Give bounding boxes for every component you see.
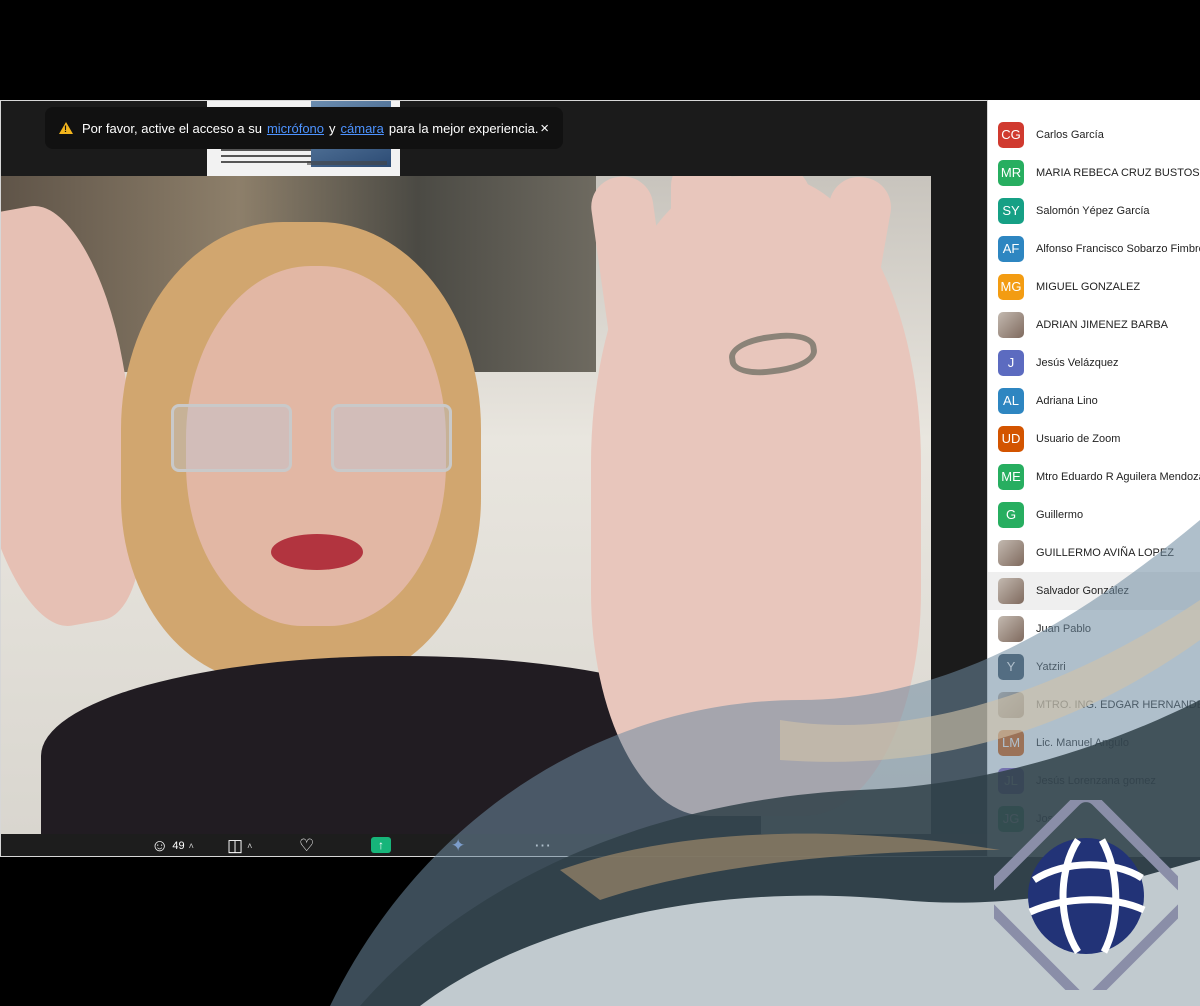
speaker-video (1, 176, 931, 834)
participant-row[interactable]: AL Adriana Lino (988, 382, 1200, 420)
participants-panel: CG Carlos García MR MARIA REBECA CRUZ BUSTO… (988, 100, 1200, 857)
participant-row[interactable]: CG Carlos García (988, 116, 1200, 154)
warning-icon: ! (59, 122, 73, 134)
share-screen-icon: ↑ (371, 837, 391, 853)
participant-row[interactable]: Y Yatziri (988, 648, 1200, 686)
avatar: G (998, 502, 1024, 528)
avatar (998, 578, 1024, 604)
participant-row[interactable]: AF Alfonso Francisco Sobarzo Fimbres (988, 230, 1200, 268)
avatar (998, 312, 1024, 338)
camera-link[interactable]: cámara (341, 121, 384, 136)
participant-row[interactable]: G Guillermo (988, 496, 1200, 534)
participant-name: Jesús Velázquez (1036, 357, 1119, 369)
participant-name: Salomón Yépez García (1036, 205, 1150, 217)
participant-name: Lic. Manuel Angulo (1036, 737, 1129, 749)
top-black-band (0, 0, 1200, 100)
avatar: UD (998, 426, 1024, 452)
chevron-up-icon[interactable]: ˄ (189, 841, 194, 851)
globe-logo (994, 800, 1178, 990)
chat-button[interactable]: ◫ ˄ (227, 837, 252, 855)
chevron-up-icon[interactable]: ˄ (247, 841, 252, 851)
permission-notice: ! Por favor, active el acceso a su micró… (45, 107, 563, 149)
participant-name: Usuario de Zoom (1036, 433, 1121, 445)
participant-row[interactable]: Salvador González (988, 572, 1200, 610)
more-button[interactable]: ⋯ (534, 837, 551, 855)
reactions-button[interactable]: ♡ (299, 837, 314, 855)
participants-button[interactable]: ☺ 49 ˄ (151, 837, 194, 855)
participant-name: Jesús Lorenzana gomez (1036, 775, 1156, 787)
avatar: JL (998, 768, 1024, 794)
participant-row[interactable]: MR MARIA REBECA CRUZ BUSTOS (988, 154, 1200, 192)
participants-icon: ☺ (151, 836, 169, 855)
avatar: AF (998, 236, 1024, 262)
avatar: MG (998, 274, 1024, 300)
participant-row[interactable]: MTRO. ING. EDGAR HERNANDEZ (988, 686, 1200, 724)
participant-name: Carlos García (1036, 129, 1104, 141)
participant-row[interactable]: MG MIGUEL GONZALEZ (988, 268, 1200, 306)
participant-name: Salvador González (1036, 585, 1129, 597)
avatar: Y (998, 654, 1024, 680)
meeting-window: ! Por favor, active el acceso a su micró… (0, 100, 988, 857)
ai-companion-button[interactable]: ✦ (451, 837, 465, 855)
avatar: ME (998, 464, 1024, 490)
participant-name: MTRO. ING. EDGAR HERNANDEZ (1036, 699, 1200, 711)
participant-name: MIGUEL GONZALEZ (1036, 281, 1141, 293)
participant-name: Yatziri (1036, 661, 1066, 673)
participant-name: Mtro Eduardo R Aguilera Mendoza (1036, 471, 1200, 483)
participant-row[interactable]: SY Salomón Yépez García (988, 192, 1200, 230)
participant-name: Adriana Lino (1036, 395, 1098, 407)
meeting-toolbar: ☺ 49 ˄ ◫ ˄ ♡ ↑ ✦ ⋯ (1, 834, 987, 856)
notice-text-after: para la mejor experiencia. (388, 120, 539, 136)
participant-row[interactable]: ADRIAN JIMENEZ BARBA (988, 306, 1200, 344)
avatar (998, 540, 1024, 566)
sparkle-icon: ✦ (451, 836, 466, 855)
right-hand (587, 176, 921, 816)
participant-row[interactable]: J Jesús Velázquez (988, 344, 1200, 382)
share-screen-button[interactable]: ↑ (371, 837, 391, 853)
avatar: MR (998, 160, 1024, 186)
participant-row[interactable]: JL Jesús Lorenzana gomez (988, 762, 1200, 800)
participants-count: 49 (172, 840, 185, 852)
avatar: AL (998, 388, 1024, 414)
avatar: CG (998, 122, 1024, 148)
participant-name: MARIA REBECA CRUZ BUSTOS (1036, 167, 1200, 179)
participant-row[interactable]: Juan Pablo (988, 610, 1200, 648)
participant-name: Guillermo (1036, 509, 1084, 521)
participant-name: Alfonso Francisco Sobarzo Fimbres (1036, 243, 1200, 255)
more-icon: ⋯ (534, 836, 551, 855)
heart-icon: ♡ (299, 836, 315, 855)
participant-row[interactable]: LM Lic. Manuel Angulo (988, 724, 1200, 762)
chat-icon: ◫ (227, 836, 244, 855)
notice-text-before: Por favor, active el acceso a su (82, 120, 262, 136)
microphone-link[interactable]: micrófono (267, 121, 324, 136)
speaker-glasses (171, 404, 461, 472)
avatar: SY (998, 198, 1024, 224)
participant-row[interactable]: UD Usuario de Zoom (988, 420, 1200, 458)
avatar: LM (998, 730, 1024, 756)
close-icon[interactable]: × (540, 120, 549, 137)
speaker-mouth (271, 534, 363, 570)
participant-name: ADRIAN JIMENEZ BARBA (1036, 319, 1169, 331)
avatar (998, 692, 1024, 718)
participant-name: GUILLERMO AVIÑA LOPEZ (1036, 547, 1174, 559)
participant-name: Juan Pablo (1036, 623, 1092, 635)
avatar (998, 616, 1024, 642)
participant-row[interactable]: ME Mtro Eduardo R Aguilera Mendoza (988, 458, 1200, 496)
avatar: J (998, 350, 1024, 376)
notice-connector: y (329, 120, 336, 136)
participant-row[interactable]: GUILLERMO AVIÑA LOPEZ (988, 534, 1200, 572)
thumbnail-caption (307, 161, 387, 165)
